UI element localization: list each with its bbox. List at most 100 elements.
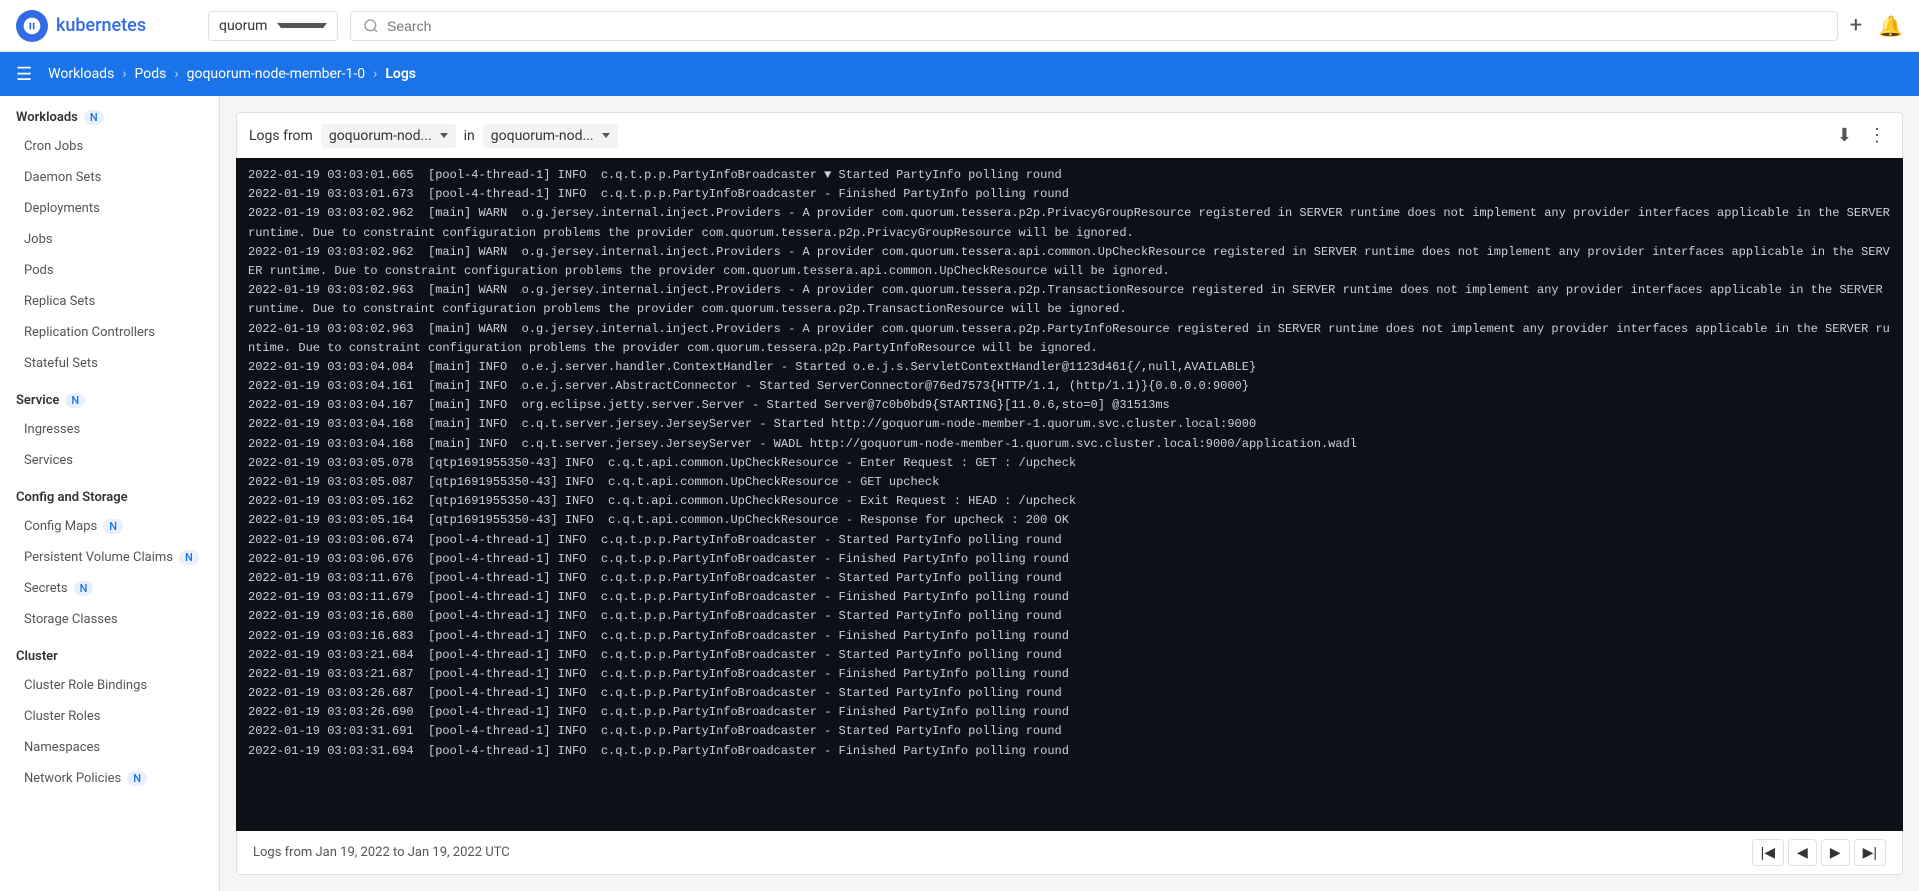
log-line: 2022-01-19 03:03:31.694 [pool-4-thread-1… [248, 742, 1891, 761]
log-line: 2022-01-19 03:03:02.963 [main] WARN o.g.… [248, 281, 1891, 319]
sidebar-section-cluster-label: Cluster [16, 649, 58, 664]
log-line: 2022-01-19 03:03:21.684 [pool-4-thread-1… [248, 646, 1891, 665]
sidebar-item-services[interactable]: Services [0, 445, 219, 476]
breadcrumb-sep-1: › [122, 66, 126, 82]
log-line: 2022-01-19 03:03:04.168 [main] INFO c.q.… [248, 435, 1891, 454]
secrets-badge: N [74, 581, 94, 596]
sidebar-item-jobs[interactable]: Jobs [0, 224, 219, 255]
config-maps-badge: N [103, 519, 123, 534]
search-input[interactable] [387, 18, 1825, 34]
sidebar-section-workloads: Workloads N [0, 96, 219, 131]
logs-footer: Logs from Jan 19, 2022 to Jan 19, 2022 U… [236, 831, 1903, 875]
pagination: |◀ ◀ ▶ ▶| [1752, 839, 1886, 866]
log-line: 2022-01-19 03:03:26.687 [pool-4-thread-1… [248, 684, 1891, 703]
network-policies-badge: N [127, 771, 147, 786]
notification-icon[interactable]: 🔔 [1878, 14, 1903, 38]
container-chevron-icon [602, 133, 610, 138]
log-line: 2022-01-19 03:03:02.962 [main] WARN o.g.… [248, 243, 1891, 281]
app-title: kubernetes [56, 15, 146, 36]
sidebar-item-config-maps[interactable]: Config Maps N [0, 511, 219, 542]
topbar: kubernetes quorum + 🔔 [0, 0, 1919, 52]
log-line: 2022-01-19 03:03:05.087 [qtp1691955350-4… [248, 473, 1891, 492]
content-area: Logs from goquorum-nod... in goquorum-no… [220, 96, 1919, 891]
sidebar-item-storage-classes[interactable]: Storage Classes [0, 604, 219, 635]
log-line: 2022-01-19 03:03:06.674 [pool-4-thread-1… [248, 531, 1891, 550]
log-line: 2022-01-19 03:03:05.162 [qtp1691955350-4… [248, 492, 1891, 511]
topbar-actions: + 🔔 [1850, 13, 1903, 38]
download-logs-button[interactable]: ⬇ [1833, 121, 1856, 150]
breadcrumb-pods[interactable]: Pods [135, 66, 167, 82]
main-layout: Workloads N Cron Jobs Daemon Sets Deploy… [0, 96, 1919, 891]
sidebar-item-cluster-role-bindings[interactable]: Cluster Role Bindings [0, 670, 219, 701]
logs-date-range: Logs from Jan 19, 2022 to Jan 19, 2022 U… [253, 845, 510, 860]
log-line: 2022-01-19 03:03:16.683 [pool-4-thread-1… [248, 627, 1891, 646]
breadcrumb-bar: ☰ Workloads › Pods › goquorum-node-membe… [0, 52, 1919, 96]
breadcrumb-pod-name[interactable]: goquorum-node-member-1-0 [187, 66, 366, 82]
log-line: 2022-01-19 03:03:02.963 [main] WARN o.g.… [248, 320, 1891, 358]
log-terminal[interactable]: 2022-01-19 03:03:01.665 [pool-4-thread-1… [236, 158, 1903, 831]
log-line: 2022-01-19 03:03:01.673 [pool-4-thread-1… [248, 185, 1891, 204]
breadcrumb-sep-2: › [174, 66, 178, 82]
logo-area: kubernetes [16, 10, 196, 42]
workloads-badge: N [84, 110, 104, 125]
breadcrumb-workloads[interactable]: Workloads [48, 66, 114, 82]
log-line: 2022-01-19 03:03:31.691 [pool-4-thread-1… [248, 722, 1891, 741]
sidebar-section-config-label: Config and Storage [16, 490, 128, 505]
sidebar-section-service-label: Service [16, 393, 59, 408]
pod-chevron-icon [440, 133, 448, 138]
logs-options-button[interactable]: ⋮ [1864, 121, 1890, 150]
page-last-button[interactable]: ▶| [1854, 839, 1886, 866]
cluster-name: quorum [219, 18, 267, 34]
page-next-button[interactable]: ▶ [1821, 839, 1850, 866]
log-line: 2022-01-19 03:03:04.161 [main] INFO o.e.… [248, 377, 1891, 396]
sidebar-item-network-policies[interactable]: Network Policies N [0, 763, 219, 794]
log-line: 2022-01-19 03:03:11.679 [pool-4-thread-1… [248, 588, 1891, 607]
sidebar-section-cluster: Cluster [0, 635, 219, 670]
log-line: 2022-01-19 03:03:04.168 [main] INFO c.q.… [248, 415, 1891, 434]
sidebar: Workloads N Cron Jobs Daemon Sets Deploy… [0, 96, 220, 891]
breadcrumb-sep-3: › [373, 66, 377, 82]
log-line: 2022-01-19 03:03:21.687 [pool-4-thread-1… [248, 665, 1891, 684]
page-first-button[interactable]: |◀ [1752, 839, 1784, 866]
kubernetes-logo [16, 10, 48, 42]
cluster-selector[interactable]: quorum [208, 11, 338, 41]
sidebar-item-replication-controllers[interactable]: Replication Controllers [0, 317, 219, 348]
sidebar-item-stateful-sets[interactable]: Stateful Sets [0, 348, 219, 379]
log-line: 2022-01-19 03:03:26.690 [pool-4-thread-1… [248, 703, 1891, 722]
search-bar[interactable] [350, 11, 1838, 41]
pod-selector-value: goquorum-nod... [329, 128, 432, 144]
sidebar-section-config-storage: Config and Storage [0, 476, 219, 511]
logs-header-actions: ⬇ ⋮ [1833, 121, 1890, 150]
log-line: 2022-01-19 03:03:06.676 [pool-4-thread-1… [248, 550, 1891, 569]
pod-selector[interactable]: goquorum-nod... [321, 124, 456, 148]
logs-header: Logs from goquorum-nod... in goquorum-no… [236, 112, 1903, 158]
log-line: 2022-01-19 03:03:02.962 [main] WARN o.g.… [248, 204, 1891, 242]
sidebar-item-secrets[interactable]: Secrets N [0, 573, 219, 604]
sidebar-toggle-icon[interactable]: ☰ [16, 64, 32, 85]
log-line: 2022-01-19 03:03:01.665 [pool-4-thread-1… [248, 166, 1891, 185]
sidebar-item-pods[interactable]: Pods [0, 255, 219, 286]
container-selector[interactable]: goquorum-nod... [483, 124, 618, 148]
cluster-chevron-icon [277, 23, 327, 28]
sidebar-item-cluster-roles[interactable]: Cluster Roles [0, 701, 219, 732]
in-label: in [464, 128, 475, 144]
sidebar-section-service: Service N [0, 379, 219, 414]
log-line: 2022-01-19 03:03:05.164 [qtp1691955350-4… [248, 511, 1891, 530]
page-prev-button[interactable]: ◀ [1788, 839, 1817, 866]
sidebar-item-deployments[interactable]: Deployments [0, 193, 219, 224]
breadcrumb-logs: Logs [385, 66, 416, 82]
sidebar-item-daemon-sets[interactable]: Daemon Sets [0, 162, 219, 193]
sidebar-item-pvc[interactable]: Persistent Volume Claims N [0, 542, 219, 573]
sidebar-item-namespaces[interactable]: Namespaces [0, 732, 219, 763]
service-badge: N [65, 393, 85, 408]
sidebar-item-ingresses[interactable]: Ingresses [0, 414, 219, 445]
add-icon[interactable]: + [1850, 13, 1862, 38]
log-line: 2022-01-19 03:03:16.680 [pool-4-thread-1… [248, 607, 1891, 626]
sidebar-item-cron-jobs[interactable]: Cron Jobs [0, 131, 219, 162]
pvc-badge: N [179, 550, 199, 565]
sidebar-item-replica-sets[interactable]: Replica Sets [0, 286, 219, 317]
logs-from-label: Logs from [249, 128, 313, 144]
container-selector-value: goquorum-nod... [491, 128, 594, 144]
log-line: 2022-01-19 03:03:04.167 [main] INFO org.… [248, 396, 1891, 415]
search-icon [363, 18, 379, 34]
